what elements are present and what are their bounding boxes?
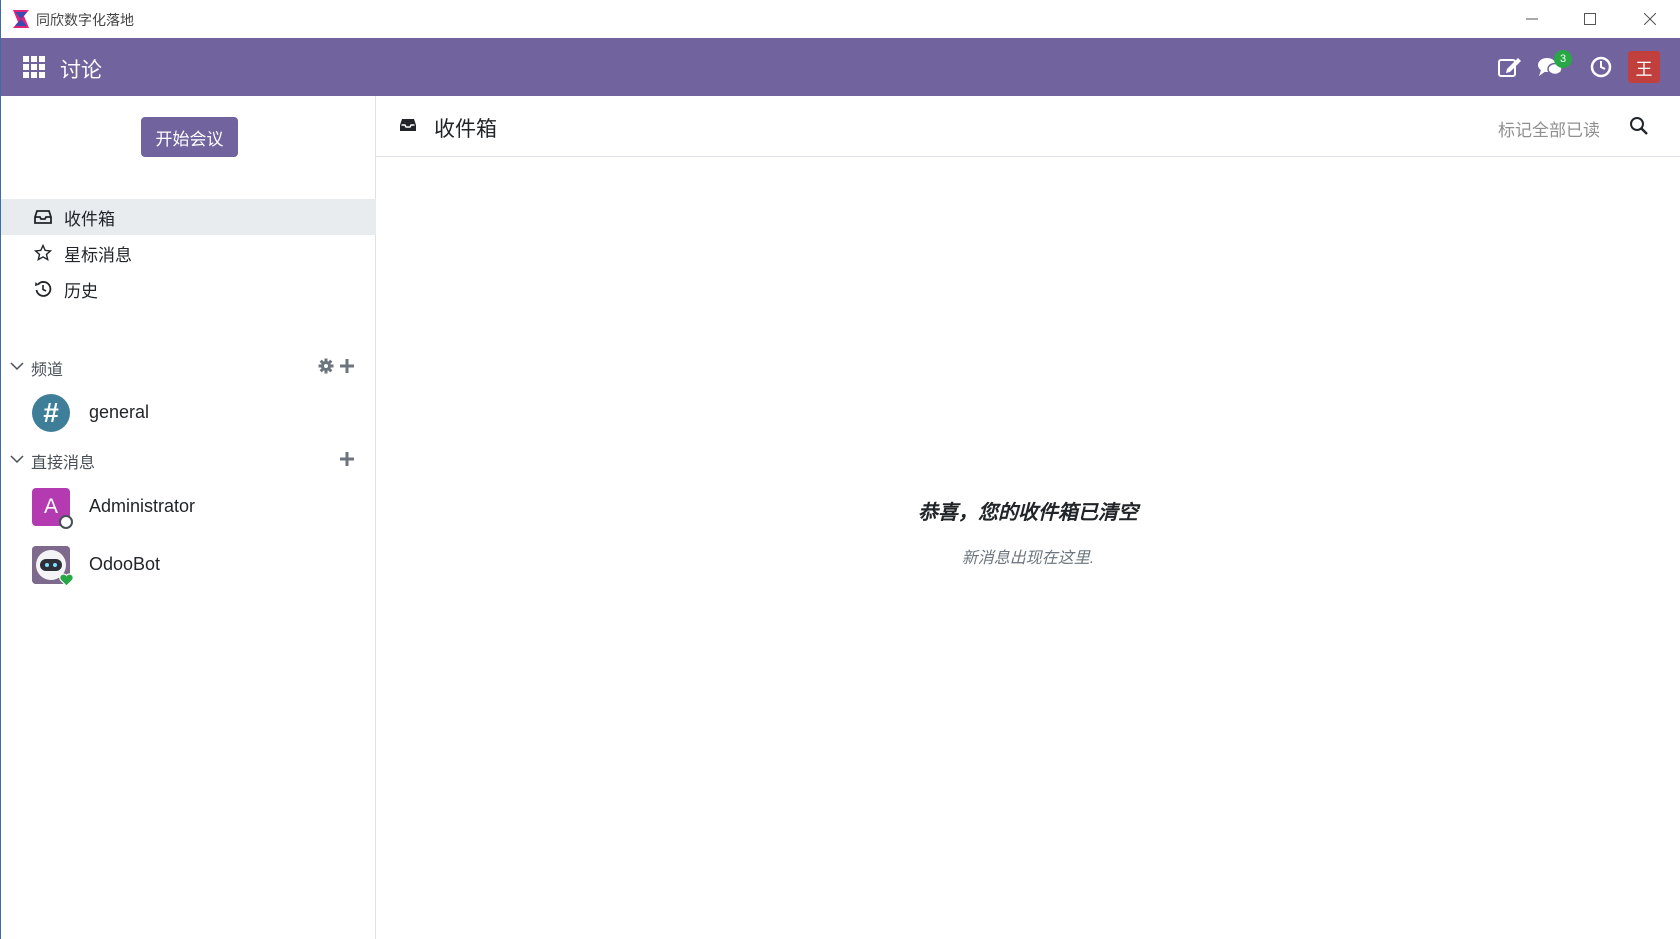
start-meeting-button[interactable]: 开始会议 xyxy=(141,117,238,157)
sidebar-item-inbox[interactable]: 收件箱 xyxy=(1,199,376,235)
gear-icon[interactable] xyxy=(317,357,335,375)
channel-avatar: # xyxy=(32,394,70,432)
direct-messages-category-header[interactable]: 直接消息 xyxy=(1,445,376,473)
offline-status-icon xyxy=(59,515,73,529)
close-icon[interactable] xyxy=(1621,0,1679,38)
sidebar-item-starred[interactable]: 星标消息 xyxy=(1,235,376,271)
channels-category-header[interactable]: 频道 xyxy=(1,352,376,380)
sidebar-item-label: 收件箱 xyxy=(64,209,115,229)
dm-item-administrator[interactable]: A Administrator xyxy=(1,482,376,534)
chevron-down-icon[interactable] xyxy=(9,358,25,374)
top-navbar: 讨论 王 xyxy=(0,38,1680,96)
direct-messages-category-label: 直接消息 xyxy=(31,455,96,472)
empty-inbox-title: 恭喜，您的收件箱已清空 xyxy=(918,502,1138,524)
sidebar-item-history[interactable]: 历史 xyxy=(1,271,376,307)
add-channel-icon[interactable] xyxy=(338,357,356,375)
compose-icon[interactable] xyxy=(1496,53,1524,81)
mark-all-read-button[interactable]: 标记全部已读 xyxy=(1498,116,1600,141)
inbox-icon xyxy=(34,208,52,226)
app-title[interactable]: 讨论 xyxy=(60,54,102,84)
app-logo-icon xyxy=(13,10,29,28)
minimize-icon[interactable] xyxy=(1503,0,1561,38)
empty-inbox-subtitle: 新消息出现在这里. xyxy=(961,550,1095,567)
chevron-down-icon[interactable] xyxy=(9,451,25,467)
chat-counter-badge: 3 xyxy=(1554,50,1572,68)
dm-partner-name: OdooBot xyxy=(89,554,161,574)
thread-header: 收件箱 标记全部已读 xyxy=(376,96,1680,157)
search-icon[interactable] xyxy=(1628,115,1650,137)
channel-name: general xyxy=(89,402,150,422)
sidebar-item-label: 历史 xyxy=(64,281,98,301)
channel-item-general[interactable]: # general xyxy=(1,388,376,440)
apps-grid-icon[interactable] xyxy=(23,56,45,78)
page-title: 收件箱 xyxy=(434,118,497,141)
add-chat-icon[interactable] xyxy=(338,450,356,468)
window-title: 同欣数字化落地 xyxy=(36,12,134,28)
dm-partner-name: Administrator xyxy=(89,496,196,516)
online-status-icon xyxy=(59,573,74,587)
maximize-icon[interactable] xyxy=(1561,0,1619,38)
window-titlebar: 同欣数字化落地 xyxy=(0,0,1680,38)
sidebar-item-label: 星标消息 xyxy=(64,245,132,265)
user-avatar[interactable]: 王 xyxy=(1628,51,1660,83)
history-icon xyxy=(34,280,52,298)
dm-item-odoobot[interactable]: OdooBot xyxy=(1,540,376,592)
channels-category-label: 频道 xyxy=(31,362,64,379)
activity-clock-icon[interactable] xyxy=(1587,53,1615,81)
discuss-sidebar: 开始会议 收件箱 星标消息 历史 频道 # general 直接消息 A Adm… xyxy=(0,96,376,939)
star-icon xyxy=(34,244,52,262)
thread-view: 收件箱 标记全部已读 恭喜，您的收件箱已清空 新消息出现在这里. xyxy=(376,96,1680,939)
inbox-icon xyxy=(398,116,418,134)
